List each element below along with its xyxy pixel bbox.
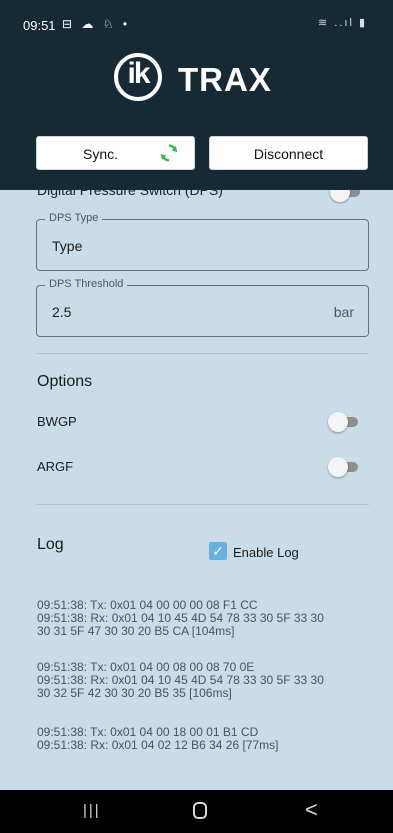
dps-section-label: Digital Pressure Switch (DPS) xyxy=(37,190,223,198)
enable-log-label[interactable]: Enable Log xyxy=(233,545,299,560)
log-title: Log xyxy=(37,536,64,553)
dps-type-field[interactable]: DPS Type Type xyxy=(36,212,369,271)
sync-button-label: Sync. xyxy=(83,146,119,162)
back-icon[interactable]: < xyxy=(305,797,318,823)
notification-icons: ⊟ ☁ ♘ • xyxy=(62,17,131,31)
dps-type-value: Type xyxy=(52,238,83,254)
option-bwgp-label: BWGP xyxy=(37,414,77,429)
system-nav-bar: ||| < xyxy=(0,790,393,833)
settings-content[interactable]: Digital Pressure Switch (DPS) DPS Type T… xyxy=(0,190,393,790)
status-time: 09:51 xyxy=(23,18,56,33)
divider xyxy=(36,353,369,354)
sync-button[interactable]: Sync. xyxy=(36,136,195,170)
recent-apps-icon[interactable]: ||| xyxy=(83,802,101,819)
option-argf-toggle[interactable] xyxy=(328,457,358,477)
status-bar: 09:51 ⊟ ☁ ♘ • ≋ ..ıl ▮ xyxy=(0,0,393,36)
log-entry-text: 09:51:38: Tx: 0x01 04 00 08 00 08 70 0E … xyxy=(37,660,324,700)
log-entry: 09:51:38: Tx: 0x01 04 00 18 00 01 B1 CD … xyxy=(37,726,372,752)
toggle-thumb xyxy=(328,412,348,432)
dps-threshold-value: 2.5 xyxy=(52,304,72,320)
log-entry: 09:51:38: Tx: 0x01 04 00 08 00 08 70 0E … xyxy=(37,661,372,700)
disconnect-button[interactable]: Disconnect xyxy=(209,136,368,170)
signal-battery-icons: ≋ ..ıl ▮ xyxy=(318,17,367,29)
enable-log-checkbox[interactable]: ✓ xyxy=(209,542,227,560)
option-argf-label: ARGF xyxy=(37,459,74,474)
app-header: 09:51 ⊟ ☁ ♘ • ≋ ..ıl ▮ ik TRAX Sync. Dis… xyxy=(0,0,393,190)
logo-text: TRAX xyxy=(178,61,272,98)
log-entry-text: 09:51:38: Tx: 0x01 04 00 00 00 08 F1 CC … xyxy=(37,598,324,638)
sync-icon xyxy=(160,144,178,162)
logo-mark: ik xyxy=(127,57,150,90)
options-title: Options xyxy=(37,373,93,390)
dps-toggle[interactable] xyxy=(330,190,360,202)
dps-threshold-legend: DPS Threshold xyxy=(45,278,128,290)
dps-type-legend: DPS Type xyxy=(45,212,103,224)
log-entry-text: 09:51:38: Tx: 0x01 04 00 18 00 01 B1 CD … xyxy=(37,725,279,752)
log-entry: 09:51:38: Tx: 0x01 04 00 00 00 08 F1 CC … xyxy=(37,599,372,638)
dps-threshold-unit: bar xyxy=(333,304,354,320)
home-icon[interactable] xyxy=(193,802,207,819)
divider xyxy=(36,504,369,505)
dps-threshold-field[interactable]: DPS Threshold 2.5 bar xyxy=(36,278,369,337)
option-bwgp-toggle[interactable] xyxy=(328,412,358,432)
toggle-thumb xyxy=(328,457,348,477)
toggle-thumb xyxy=(330,190,350,202)
ik-trax-logo: ik TRAX xyxy=(114,53,286,103)
